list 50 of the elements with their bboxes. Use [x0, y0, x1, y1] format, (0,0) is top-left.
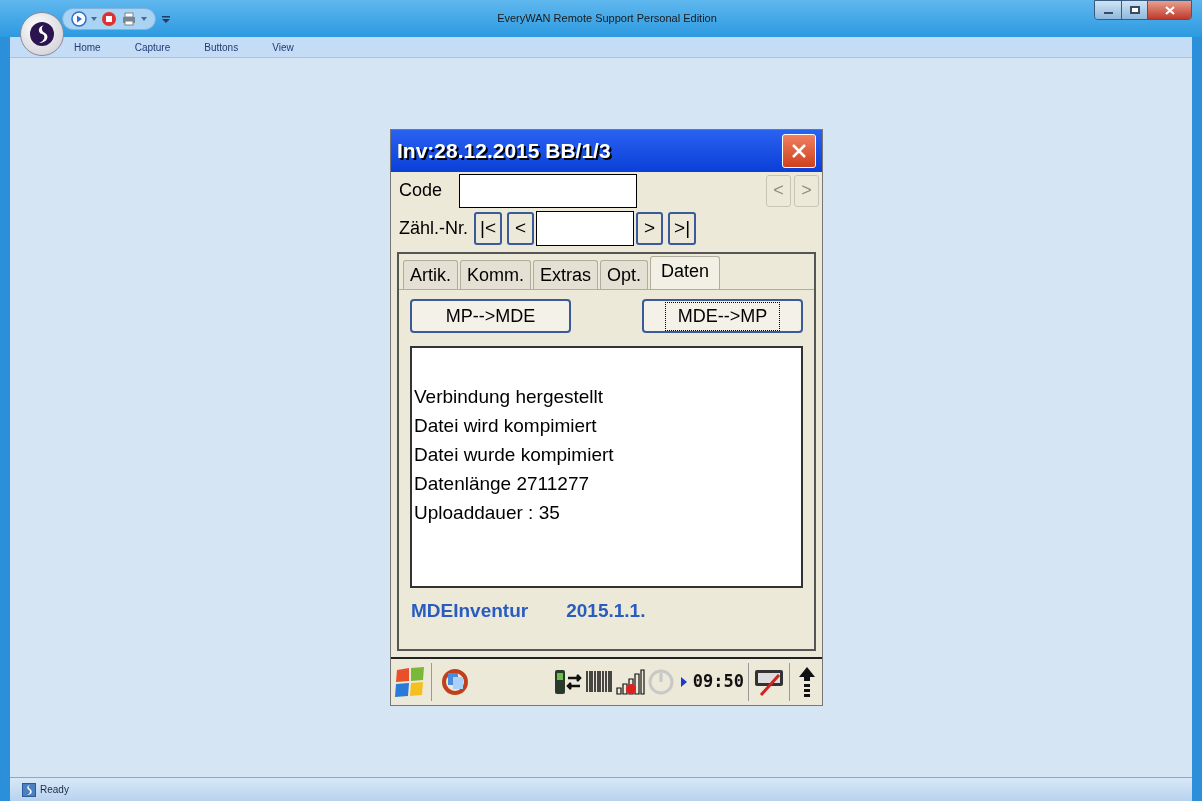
count-label: Zähl.-Nr. [399, 216, 468, 240]
menu-tab[interactable]: Home [74, 39, 101, 55]
menu-tab[interactable]: Buttons [204, 39, 239, 55]
expand-arrow-icon[interactable] [680, 677, 687, 687]
tab[interactable]: Daten [650, 256, 721, 289]
start-flag-icon[interactable] [393, 666, 427, 698]
code-label: Code [399, 179, 444, 202]
code-field[interactable] [459, 173, 637, 208]
app-logo-icon[interactable] [20, 12, 64, 56]
count-field[interactable] [536, 210, 635, 246]
nav-button[interactable]: >| [668, 211, 697, 245]
menu-tab[interactable]: Capture [134, 39, 171, 55]
log-line: Datei wird kompimiert [414, 414, 598, 438]
sync-icon[interactable] [440, 667, 470, 697]
up-arrow-icon[interactable] [798, 666, 816, 698]
log-line: Verbindung hergestellt [414, 385, 605, 409]
screen-title: Inv:28.12.2015 BB/1/3 [397, 138, 611, 165]
dropdown-caret-icon[interactable] [141, 16, 147, 21]
app-name: MDEInventur [411, 599, 529, 623]
log-line: Datenlänge 2711277 [414, 472, 591, 496]
nav-button[interactable]: < [507, 211, 535, 245]
window-title: EveryWAN Remote Support Personal Edition [497, 11, 717, 27]
dropdown-caret-icon[interactable] [91, 16, 97, 21]
clock: 09:50 [692, 670, 744, 694]
printer-icon[interactable] [121, 10, 137, 27]
signal-icon[interactable] [614, 668, 645, 696]
log-line: Datei wurde kompimiert [414, 443, 615, 467]
nav-button[interactable]: > [636, 211, 664, 245]
close-icon [791, 143, 807, 159]
tab[interactable]: Komm. [460, 260, 532, 289]
tab[interactable]: Extras [533, 260, 599, 289]
stop-icon[interactable] [101, 10, 117, 27]
maximize-button[interactable] [1121, 1, 1147, 19]
play-icon[interactable] [71, 10, 87, 27]
nav-button[interactable]: |< [474, 211, 503, 245]
device-sync-icon[interactable] [552, 668, 583, 696]
log-line: Uploaddauer : 35 [414, 501, 561, 525]
tab[interactable]: Artik. [403, 260, 458, 289]
app-logo-icon [22, 782, 36, 797]
keyboard-icon[interactable] [753, 667, 785, 697]
minimize-button[interactable] [1095, 1, 1121, 19]
menu-tab[interactable]: View [272, 39, 294, 55]
customize-toolbar-icon[interactable] [162, 14, 170, 23]
tab[interactable]: Opt. [600, 260, 649, 289]
transfer-button[interactable]: MDE-->MP [642, 299, 803, 333]
status-text: Ready [40, 783, 69, 797]
app-version: 2015.1.1. [566, 599, 646, 623]
close-icon [1164, 5, 1175, 15]
transfer-button[interactable]: MP-->MDE [410, 299, 571, 333]
close-button[interactable] [1147, 1, 1191, 19]
